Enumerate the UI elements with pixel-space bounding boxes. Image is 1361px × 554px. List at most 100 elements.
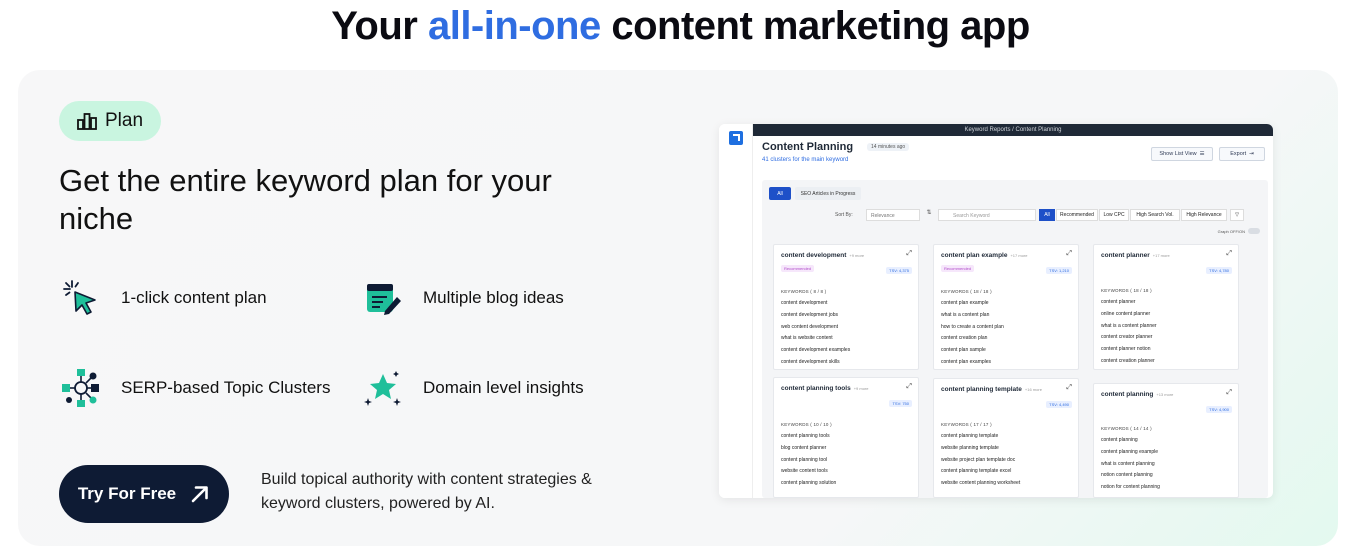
list-item: content planner notion	[1101, 346, 1151, 353]
expand-icon[interactable]: ⤢	[1226, 250, 1232, 258]
list-item: blog content planner	[781, 444, 827, 451]
list-item: content development jobs	[781, 311, 838, 318]
tab-seo-articles[interactable]: SEO Articles in Progress	[795, 187, 861, 200]
list-item: what is a content planner	[1101, 322, 1157, 329]
edit-list-icon	[361, 276, 405, 320]
cluster-title: content planner +17 more	[1101, 252, 1170, 259]
cluster-title-text: content plan example	[941, 252, 1008, 259]
search-keyword-input[interactable]: Search Keyword	[938, 209, 1036, 221]
headline-prefix: Your	[331, 4, 428, 48]
list-item: content planning tools	[781, 433, 830, 439]
cluster-card[interactable]: content development +9 more ⤢ Recommended…	[773, 244, 919, 370]
keyword-list: content development content development …	[781, 298, 850, 369]
app-screenshot: Keyword Reports / Content Planning Conte…	[719, 124, 1273, 498]
cluster-card[interactable]: content planning +13 more ⤢ TSV: 4,900 KE…	[1093, 383, 1239, 498]
list-item: content planner	[1101, 299, 1136, 305]
list-item: content development examples	[781, 347, 851, 354]
cluster-card[interactable]: content planning template +16 more ⤢ TSV:…	[933, 378, 1079, 498]
filter-chip-high-search[interactable]: High Search Vol.	[1130, 209, 1180, 221]
keyword-list: content plan example what is a content p…	[941, 298, 1004, 369]
tsv-badge: TSV: 750	[889, 400, 912, 407]
filter-bar: Sort By: Relevance ⇅ Search Keyword All …	[762, 208, 1268, 222]
filter-label: Recommended	[1060, 212, 1094, 218]
cluster-card[interactable]: content planner +17 more ⤢ TSV: 4,780 KEY…	[1093, 244, 1239, 370]
cluster-title-text: content development	[781, 252, 847, 259]
filter-label: All	[1044, 212, 1050, 218]
export-button[interactable]: Export ⇥	[1219, 147, 1265, 161]
graph-toggle[interactable]: Graph OFF/ON	[1218, 228, 1260, 234]
recommended-badge: Recommended	[781, 265, 815, 272]
expand-icon[interactable]: ⤢	[906, 383, 912, 391]
keywords-count: KEYWORDS ( 10 / 10 )	[781, 422, 832, 427]
section-subheading: Get the entire keyword plan for your nic…	[59, 163, 552, 236]
plan-pill: Plan	[59, 101, 161, 141]
keyword-list: content planning tools blog content plan…	[781, 431, 836, 490]
filter-label: Low CPC	[1103, 212, 1125, 218]
feature-label: Domain level insights	[423, 378, 584, 397]
keyword-list: content planner online content planner w…	[1101, 297, 1157, 368]
try-for-free-button[interactable]: Try For Free	[59, 465, 229, 523]
show-list-view-button[interactable]: Show List View ☰	[1151, 147, 1213, 161]
cluster-title: content planning template +16 more	[941, 386, 1042, 393]
filter-chip-low-cpc[interactable]: Low CPC	[1099, 209, 1129, 221]
tsv-badge: TSV: 4,900	[1206, 406, 1232, 413]
keywords-count: KEYWORDS ( 17 / 17 )	[941, 422, 992, 427]
app-subtitle: 41 clusters for the main keyword	[762, 157, 849, 163]
sparkle-star-icon	[361, 366, 405, 410]
cluster-card[interactable]: content planning tools +9 more ⤢ TSV: 750…	[773, 377, 919, 498]
keyword-list: content planning content planning exampl…	[1101, 435, 1160, 494]
list-item: content planning example	[1101, 448, 1158, 455]
keywords-count: KEYWORDS ( 14 / 14 )	[1101, 426, 1152, 431]
app-breadcrumb: Keyword Reports / Content Planning	[753, 124, 1273, 136]
feature-item-blog-ideas: Multiple blog ideas	[361, 276, 564, 320]
graph-toggle-label: Graph OFF/ON	[1217, 228, 1245, 234]
list-item: online content planner	[1101, 310, 1151, 317]
expand-icon[interactable]: ⤢	[1226, 389, 1232, 397]
list-item: content plan examples	[941, 358, 992, 365]
list-item: website project plan template doc	[941, 456, 1016, 463]
sort-order-icon[interactable]: ⇅	[923, 209, 935, 221]
tsv-badge: TSV: 1,210	[1046, 267, 1072, 274]
feature-item-domain-insights: Domain level insights	[361, 366, 584, 410]
cluster-more: +9 more	[853, 386, 869, 391]
headline-accent: all-in-one	[427, 4, 601, 48]
expand-icon[interactable]: ⤢	[1066, 250, 1072, 258]
filter-chip-all[interactable]: All	[1039, 209, 1055, 221]
expand-icon[interactable]: ⤢	[1066, 384, 1072, 392]
list-item: content creation plan	[941, 335, 988, 342]
cluster-more: +17 more	[1152, 253, 1170, 258]
filter-chip-recommended[interactable]: Recommended	[1056, 209, 1098, 221]
cluster-title-text: content planning	[1101, 391, 1154, 398]
tsv-badge: TSV: 4,490	[1046, 401, 1072, 408]
tab-all[interactable]: All	[769, 187, 791, 200]
cta-description: Build topical authority with content str…	[261, 471, 592, 512]
list-item: content planning template excel	[941, 468, 1012, 475]
app-sidebar-rail	[719, 124, 753, 498]
bar-chart-icon	[77, 113, 97, 130]
list-icon: ☰	[1199, 151, 1205, 157]
list-item: website content tools	[781, 468, 828, 475]
toggle-switch[interactable]	[1248, 228, 1260, 234]
expand-icon[interactable]: ⤢	[906, 250, 912, 258]
sort-select[interactable]: Relevance	[866, 209, 920, 221]
cluster-title-text: content planner	[1101, 252, 1150, 259]
headline-suffix: content marketing app	[600, 4, 1030, 48]
filter-chip-high-relevance[interactable]: High Relevance	[1181, 209, 1227, 221]
app-page-title: Content Planning	[762, 141, 854, 153]
cluster-title-text: content planning tools	[781, 385, 851, 392]
filter-funnel-icon[interactable]: ▽	[1230, 209, 1244, 221]
filter-label: High Relevance	[1186, 212, 1222, 218]
cluster-more: +13 more	[1156, 392, 1174, 397]
feature-card: Plan Get the entire keyword plan for you…	[18, 70, 1338, 546]
cta-label: Try For Free	[77, 484, 177, 503]
cluster-card[interactable]: content plan example +17 more ⤢ Recommend…	[933, 244, 1079, 370]
tab-label: SEO Articles in Progress	[800, 190, 856, 197]
keywords-count: KEYWORDS ( 18 / 18 )	[1101, 288, 1152, 293]
list-item: content creation planner	[1101, 357, 1155, 364]
list-item: what is a content plan	[941, 311, 990, 318]
cluster-more: +17 more	[1010, 253, 1028, 258]
feature-label: SERP-based Topic Clusters	[121, 378, 331, 397]
sort-value: Relevance	[871, 213, 895, 219]
cluster-network-icon	[59, 366, 103, 410]
tab-label: All	[777, 190, 783, 197]
